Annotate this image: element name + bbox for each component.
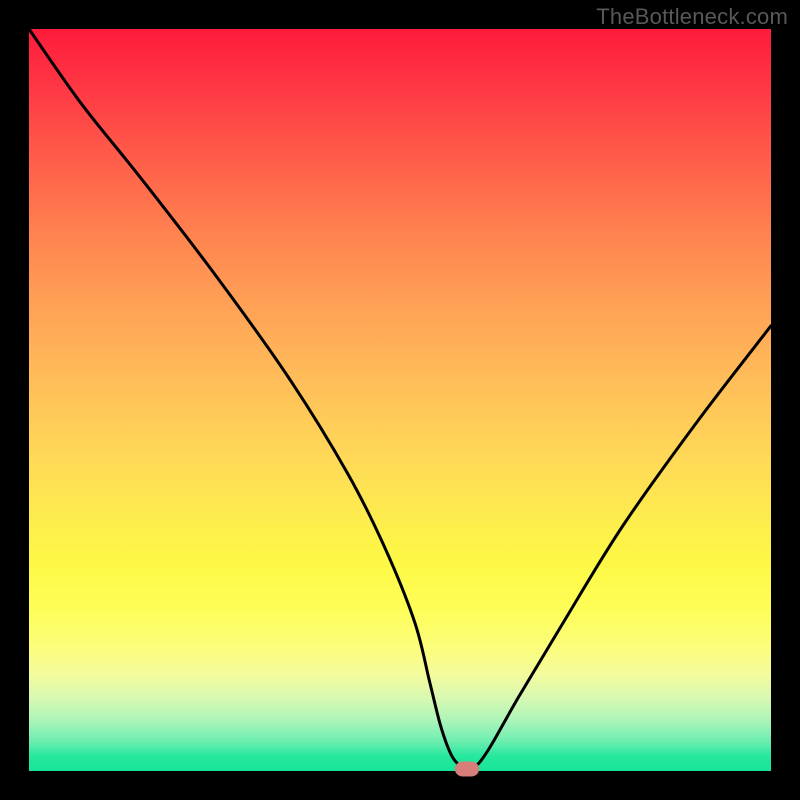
watermark-text: TheBottleneck.com <box>596 4 788 30</box>
minimum-marker <box>455 761 479 776</box>
chart-frame: TheBottleneck.com <box>0 0 800 800</box>
curve-svg <box>29 29 771 771</box>
plot-area <box>29 29 771 771</box>
bottleneck-curve <box>29 29 771 769</box>
